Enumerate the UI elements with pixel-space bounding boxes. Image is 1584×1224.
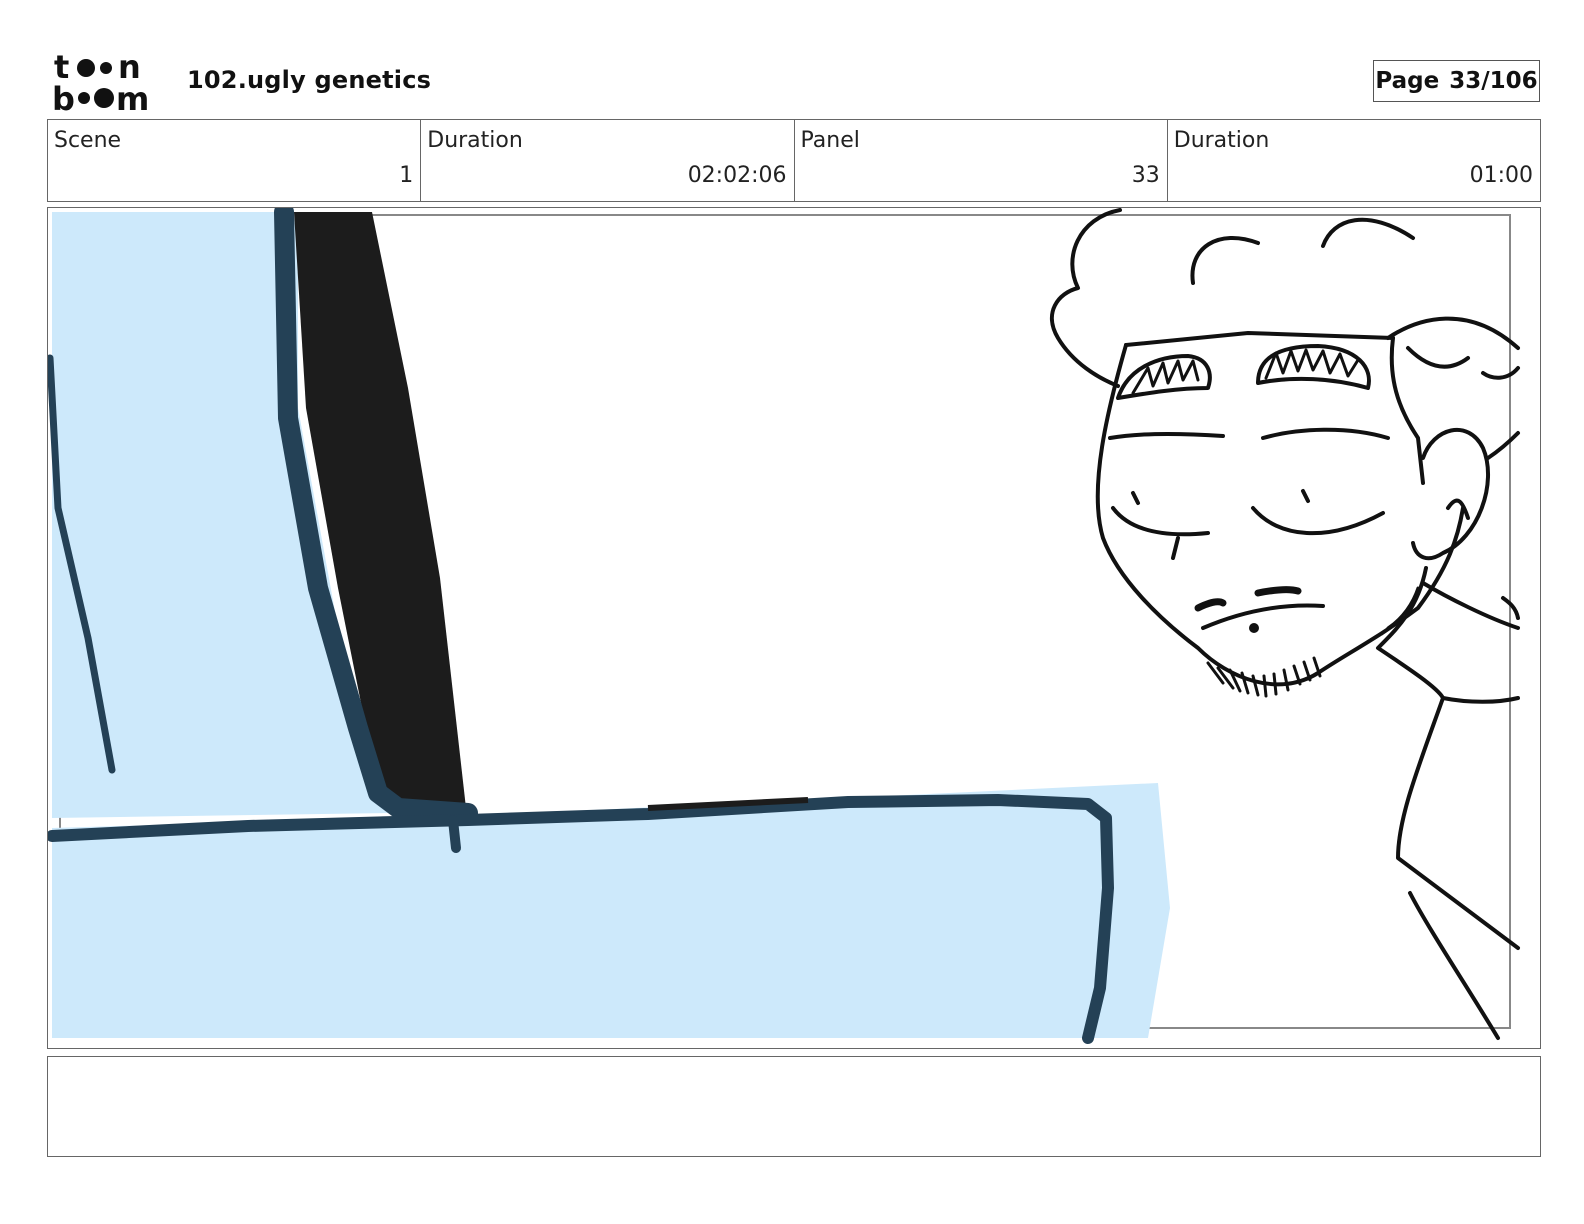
- scene-duration-value: 02:02:06: [687, 163, 787, 188]
- project-title: 102.ugly genetics: [187, 66, 432, 94]
- scene-duration-label: Duration: [427, 128, 523, 153]
- page-indicator: Page 33/106: [1373, 60, 1540, 102]
- panel-duration-label: Duration: [1173, 128, 1270, 153]
- table-drip-stroke: [448, 815, 461, 853]
- scene-info-table: Scene 1 Duration 02:02:06 Panel 33 Durat…: [47, 119, 1541, 202]
- scene-cell: Scene 1: [48, 120, 422, 201]
- panel-notes-box: [47, 1056, 1541, 1157]
- page-number: 33/106: [1449, 68, 1538, 94]
- scene-label: Scene: [54, 128, 122, 153]
- panel-duration-cell: Duration 01:00: [1168, 120, 1540, 201]
- panel-cell: Panel 33: [795, 120, 1168, 201]
- toonboom-logo: t n b m: [52, 50, 149, 112]
- scene-duration-cell: Duration 02:02:06: [421, 120, 795, 201]
- svg-text:m: m: [116, 80, 149, 112]
- blue-table-shape: [52, 783, 1170, 1038]
- panel-value: 33: [1131, 163, 1160, 188]
- storyboard-panel: [47, 207, 1541, 1049]
- panel-duration-value: 01:00: [1469, 163, 1533, 188]
- svg-text:b: b: [52, 80, 75, 112]
- panel-drawing: [48, 208, 1520, 1044]
- page-label: Page: [1375, 68, 1440, 94]
- panel-label: Panel: [800, 128, 860, 153]
- scene-value: 1: [399, 163, 414, 188]
